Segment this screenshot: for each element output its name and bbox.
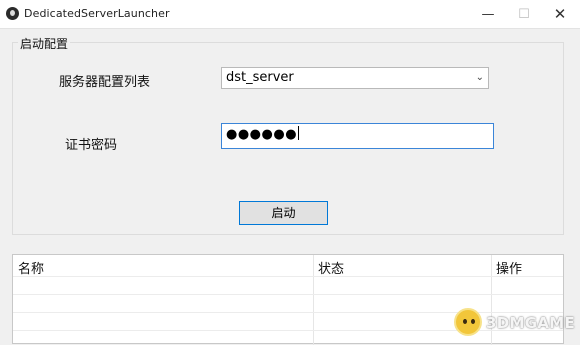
minimize-button[interactable]: — (470, 0, 506, 28)
group-legend: 启动配置 (18, 35, 71, 52)
app-icon (6, 7, 19, 20)
title-bar: DedicatedServerLauncher — ☐ ✕ (0, 0, 580, 29)
config-list-select[interactable]: dst_server ⌄ (221, 67, 489, 89)
text-caret (298, 126, 300, 140)
window-title: DedicatedServerLauncher (24, 7, 170, 20)
column-header-name[interactable]: 名称 (18, 258, 44, 277)
password-value: ●●●●●● (226, 127, 298, 142)
config-list-value: dst_server (226, 70, 294, 85)
close-button[interactable]: ✕ (542, 0, 578, 28)
start-button[interactable]: 启动 (239, 201, 328, 225)
column-divider (313, 255, 314, 345)
password-label: 证书密码 (65, 138, 118, 153)
watermark: 3DMGAME (454, 308, 578, 338)
chevron-down-icon[interactable]: ⌄ (476, 72, 484, 83)
column-header-action[interactable]: 操作 (496, 258, 522, 277)
watermark-text: 3DMGAME (486, 314, 576, 332)
password-input[interactable]: ●●●●●● (221, 123, 494, 149)
table-row[interactable] (13, 276, 563, 277)
column-header-status[interactable]: 状态 (318, 258, 344, 277)
mascot-logo-icon (454, 308, 482, 336)
maximize-button[interactable]: ☐ (506, 0, 542, 28)
table-row[interactable] (13, 294, 563, 295)
config-list-label: 服务器配置列表 (59, 75, 151, 90)
